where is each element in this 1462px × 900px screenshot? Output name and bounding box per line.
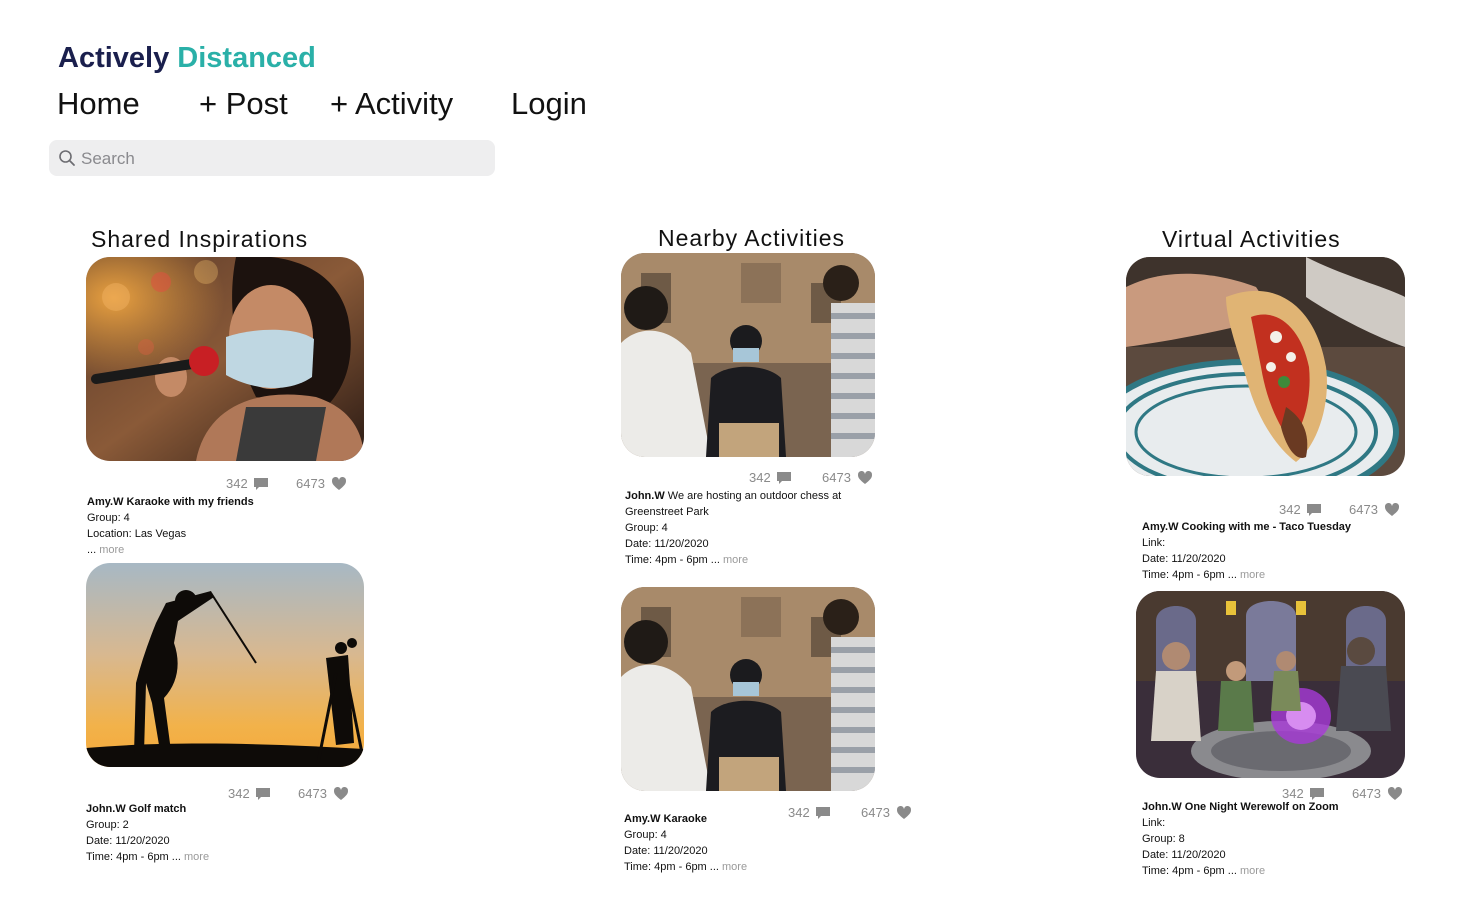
logo-word-1: Actively	[58, 42, 170, 74]
post-title: Karaoke with my friends	[126, 496, 254, 508]
post-author[interactable]: John.W	[1142, 801, 1182, 813]
search-bar[interactable]	[49, 140, 495, 178]
post-info: John.W We are hosting an outdoor chess a…	[625, 488, 841, 568]
post-text-cont: Greenstreet Park	[625, 506, 709, 518]
post-image-taco[interactable]	[1126, 257, 1405, 476]
heart-icon[interactable]	[1384, 502, 1400, 518]
post-text: We are hosting an outdoor chess at	[667, 490, 842, 502]
post-info: John.W Golf match Group: 2 Date: 11/20/2…	[86, 801, 209, 865]
like-count: 6473	[296, 476, 325, 491]
comment-icon[interactable]	[1306, 502, 1322, 518]
heart-icon[interactable]	[333, 786, 349, 802]
post-author[interactable]: Amy.W	[1142, 521, 1178, 533]
comment-icon[interactable]	[253, 476, 269, 492]
post-image-golf[interactable]	[86, 563, 364, 767]
search-icon	[59, 150, 75, 166]
post-title: Karaoke	[663, 813, 707, 825]
post-date: Date: 11/20/2020	[86, 835, 170, 847]
app-logo[interactable]: Actively Distanced	[58, 42, 316, 75]
post-group: Group: 4	[87, 512, 130, 524]
post-link: Link:	[1142, 817, 1166, 829]
post-date: Date: 11/20/2020	[1142, 849, 1226, 861]
post-group: Group: 2	[86, 819, 129, 831]
post-stats: 342 6473	[749, 470, 879, 488]
ellipsis: ...	[87, 544, 100, 556]
post-title: One Night Werewolf on Zoom	[1184, 801, 1339, 813]
like-count: 6473	[1349, 502, 1378, 517]
post-date: Date: 11/20/2020	[625, 538, 709, 550]
post-stats: 342 6473	[788, 805, 918, 823]
post-time: Time: 4pm - 6pm ...	[1142, 569, 1241, 581]
post-stats: 342 6473	[1279, 502, 1409, 520]
post-date: Date: 11/20/2020	[624, 845, 708, 857]
like-count: 6473	[822, 470, 851, 485]
comment-count: 342	[1279, 502, 1301, 517]
column-title-virtual: Virtual Activities	[1162, 226, 1341, 252]
column-title-nearby: Nearby Activities	[658, 225, 846, 251]
nav-add-post[interactable]: + Post	[199, 86, 288, 122]
nav-add-activity[interactable]: + Activity	[330, 86, 453, 122]
post-time: Time: 4pm - 6pm ...	[624, 861, 723, 873]
post-title: Cooking with me - Taco Tuesday	[1181, 521, 1352, 533]
post-link: Link:	[1142, 537, 1166, 549]
post-stats: 342 6473	[228, 786, 358, 804]
post-image-karaoke[interactable]	[86, 257, 364, 461]
post-time: Time: 4pm - 6pm ...	[625, 554, 724, 566]
post-title: Golf match	[128, 803, 187, 815]
comment-count: 342	[228, 786, 250, 801]
post-time: Time: 4pm - 6pm ...	[86, 851, 185, 863]
post-time: Time: 4pm - 6pm ...	[1142, 865, 1241, 877]
comment-icon[interactable]	[255, 786, 271, 802]
like-count: 6473	[298, 786, 327, 801]
post-image-chess[interactable]	[621, 587, 875, 791]
comment-icon[interactable]	[815, 805, 831, 821]
post-author[interactable]: Amy.W	[87, 496, 123, 508]
post-date: Date: 11/20/2020	[1142, 553, 1226, 565]
nav-login[interactable]: Login	[511, 86, 587, 122]
comment-count: 342	[226, 476, 248, 491]
heart-icon[interactable]	[331, 476, 347, 492]
post-author[interactable]: John.W	[625, 490, 665, 502]
post-info: Amy.W Cooking with me - Taco Tuesday Lin…	[1142, 519, 1351, 583]
like-count: 6473	[861, 805, 890, 820]
post-author[interactable]: John.W	[86, 803, 126, 815]
like-count: 6473	[1352, 786, 1381, 801]
post-group: Group: 4	[624, 829, 667, 841]
more-link[interactable]: more	[99, 544, 124, 556]
heart-icon[interactable]	[1387, 786, 1403, 802]
post-location: Location: Las Vegas	[87, 528, 187, 540]
logo-word-2: Distanced	[177, 42, 316, 74]
heart-icon[interactable]	[896, 805, 912, 821]
comment-count: 342	[788, 805, 810, 820]
post-stats: 342 6473	[226, 476, 356, 494]
heart-icon[interactable]	[857, 470, 873, 486]
post-info: John.W One Night Werewolf on Zoom Link: …	[1142, 799, 1339, 879]
post-info: Amy.W Karaoke with my friends Group: 4 L…	[87, 494, 254, 558]
column-title-shared: Shared Inspirations	[91, 226, 309, 252]
more-link[interactable]: more	[184, 851, 209, 863]
post-group: Group: 8	[1142, 833, 1185, 845]
search-input[interactable]	[79, 140, 483, 178]
more-link[interactable]: more	[1240, 569, 1265, 581]
post-group: Group: 4	[625, 522, 668, 534]
more-link[interactable]: more	[1240, 865, 1265, 877]
post-image-werewolf[interactable]	[1136, 591, 1405, 778]
comment-count: 342	[749, 470, 771, 485]
more-link[interactable]: more	[723, 554, 748, 566]
post-info: Amy.W Karaoke Group: 4 Date: 11/20/2020 …	[624, 811, 747, 875]
post-image-chess[interactable]	[621, 253, 875, 457]
more-link[interactable]: more	[722, 861, 747, 873]
post-author[interactable]: Amy.W	[624, 813, 660, 825]
nav-home[interactable]: Home	[57, 86, 140, 122]
comment-icon[interactable]	[776, 470, 792, 486]
